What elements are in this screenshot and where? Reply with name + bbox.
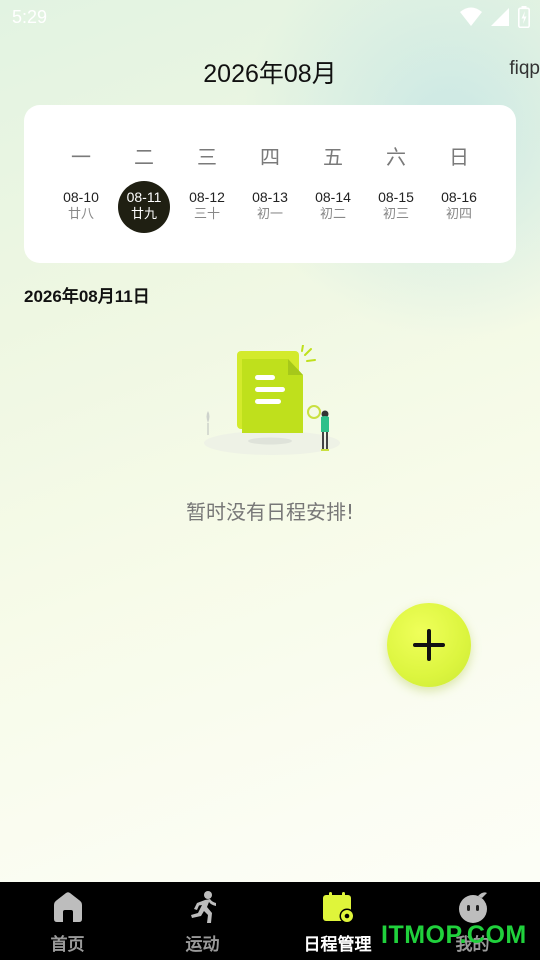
day-lunar: 初四 bbox=[445, 207, 472, 222]
signal-icon bbox=[491, 8, 509, 26]
user-label: fiqp bbox=[509, 58, 540, 79]
day-date: 08-16 bbox=[441, 189, 477, 205]
day-lunar: 廿八 bbox=[67, 207, 94, 222]
day-cell[interactable]: 08-14 初二 bbox=[307, 181, 359, 233]
status-bar: 5:29 bbox=[0, 0, 540, 36]
home-icon bbox=[53, 892, 82, 922]
status-icons bbox=[460, 6, 530, 28]
weekday-label: 六 bbox=[386, 145, 406, 169]
wifi-icon bbox=[460, 7, 482, 26]
day-cell[interactable]: 08-12 三十 bbox=[181, 181, 233, 233]
nav-label: 运动 bbox=[185, 935, 220, 955]
add-schedule-button[interactable] bbox=[387, 603, 471, 687]
day-cell-selected[interactable]: 08-11 廿九 bbox=[118, 181, 170, 233]
battery-icon bbox=[518, 6, 530, 28]
weekday-row: 一 二 三 四 五 六 日 bbox=[24, 141, 516, 169]
nav-item-sports[interactable]: 运动 bbox=[135, 882, 270, 960]
running-icon bbox=[190, 891, 216, 923]
nav-label: 首页 bbox=[50, 935, 85, 955]
weekday-label: 二 bbox=[134, 145, 154, 169]
status-time: 5:29 bbox=[12, 7, 48, 27]
day-lunar: 廿九 bbox=[130, 207, 157, 222]
day-date: 08-15 bbox=[378, 189, 414, 205]
calendar-icon bbox=[322, 892, 354, 924]
weekday-label: 一 bbox=[71, 145, 91, 169]
day-lunar: 初一 bbox=[256, 207, 283, 222]
profile-icon bbox=[458, 892, 487, 923]
month-title[interactable]: 2026年08月 bbox=[0, 54, 540, 90]
day-date: 08-10 bbox=[63, 189, 99, 205]
schedule-screen: 5:29 2026年08月 fiqp 一 二 三 四 五 六 日 08-10 廿… bbox=[0, 0, 540, 960]
day-cell[interactable]: 08-13 初一 bbox=[244, 181, 296, 233]
day-cell[interactable]: 08-10 廿八 bbox=[55, 181, 107, 233]
day-date: 08-11 bbox=[126, 189, 162, 205]
day-lunar: 初三 bbox=[382, 207, 409, 222]
day-cell[interactable]: 08-16 初四 bbox=[433, 181, 485, 233]
weekday-label: 日 bbox=[449, 145, 469, 169]
day-date: 08-12 bbox=[189, 189, 225, 205]
empty-state-text: 暂时没有日程安排! bbox=[185, 500, 355, 524]
day-date: 08-13 bbox=[252, 189, 288, 205]
day-lunar: 三十 bbox=[193, 207, 220, 222]
plus-icon bbox=[413, 629, 445, 661]
selected-date-heading: 2026年08月11日 bbox=[24, 287, 150, 306]
day-cell[interactable]: 08-15 初三 bbox=[370, 181, 422, 233]
weekday-label: 三 bbox=[197, 145, 217, 169]
weekday-label: 四 bbox=[260, 145, 280, 169]
week-calendar: 一 二 三 四 五 六 日 08-10 廿八 08-11 廿九 08-12 三十… bbox=[24, 105, 516, 263]
day-lunar: 初二 bbox=[319, 207, 346, 222]
watermark-text: ITMOP.COM bbox=[381, 921, 527, 949]
nav-item-home[interactable]: 首页 bbox=[0, 882, 135, 960]
day-date: 08-14 bbox=[315, 189, 351, 205]
weekday-label: 五 bbox=[323, 145, 343, 169]
empty-document-illustration bbox=[204, 345, 340, 455]
